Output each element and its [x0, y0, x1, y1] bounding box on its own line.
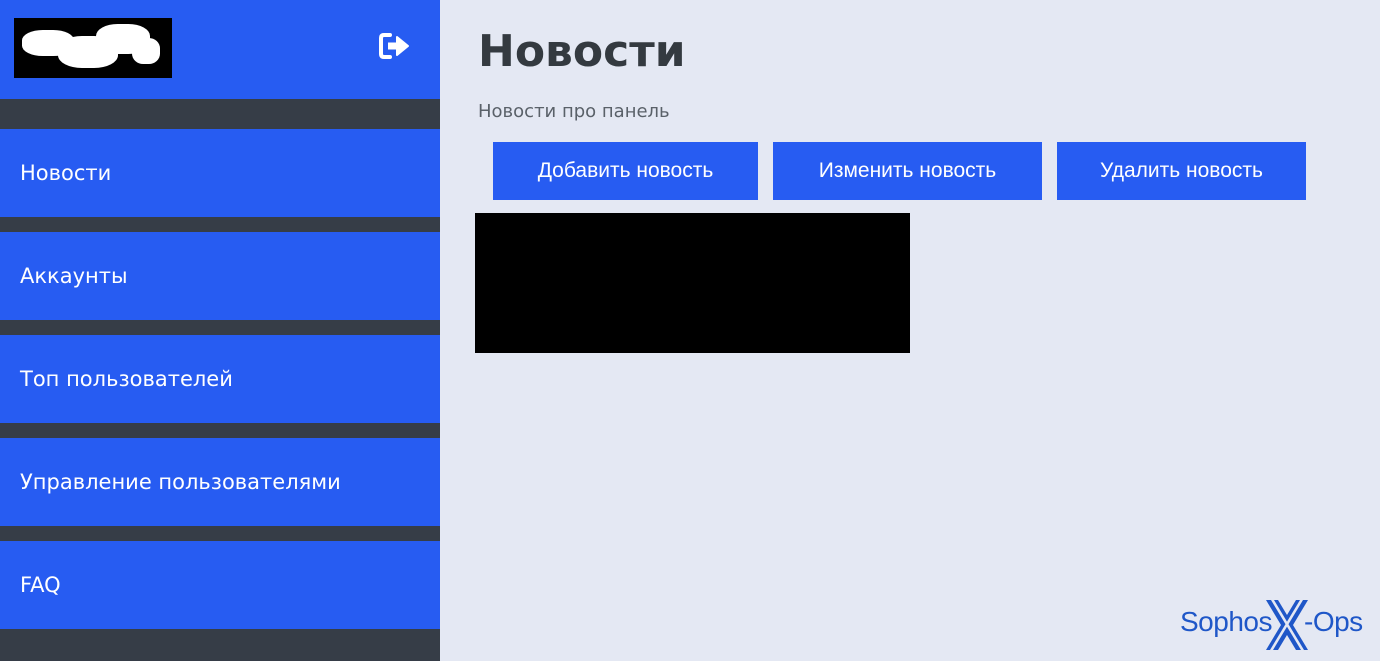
add-news-button[interactable]: Добавить новость	[493, 142, 758, 200]
sidebar-item-label: Топ пользователей	[20, 367, 233, 391]
sidebar-header	[0, 0, 440, 99]
sidebar-item-user-management[interactable]: Управление пользователями	[0, 438, 440, 526]
redacted-content	[475, 213, 910, 353]
sidebar-item-top-users[interactable]: Топ пользователей	[0, 335, 440, 423]
sidebar-item-label: FAQ	[20, 573, 61, 597]
edit-news-button[interactable]: Изменить новость	[773, 142, 1042, 200]
watermark-text-left: Sophos	[1180, 606, 1272, 637]
sidebar-item-label: Новости	[20, 161, 112, 185]
sidebar-item-label: Аккаунты	[20, 264, 128, 288]
watermark-text-right: -Ops	[1304, 606, 1363, 637]
page-title: Новости	[478, 26, 686, 77]
sidebar: Новости Аккаунты Топ пользователей Управ…	[0, 0, 440, 661]
sign-out-icon[interactable]	[378, 30, 412, 62]
sidebar-item-accounts[interactable]: Аккаунты	[0, 232, 440, 320]
sidebar-item-faq[interactable]: FAQ	[0, 541, 440, 629]
sidebar-item-news[interactable]: Новости	[0, 129, 440, 217]
sidebar-item-label: Управление пользователями	[20, 470, 341, 494]
delete-news-button[interactable]: Удалить новость	[1057, 142, 1306, 200]
page-subtitle: Новости про панель	[478, 101, 670, 122]
logo[interactable]	[14, 18, 172, 78]
watermark: Sophos X -Ops	[1180, 598, 1378, 652]
